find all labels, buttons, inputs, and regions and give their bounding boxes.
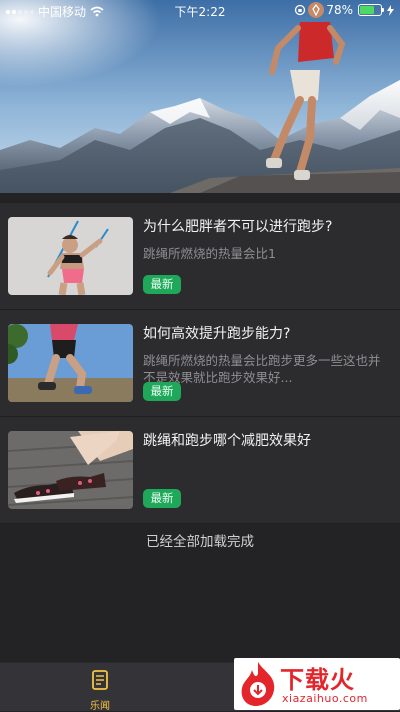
article-title: 为什么肥胖者不可以进行跑步? [143,219,333,235]
article-title: 如何高效提升跑步能力? [143,326,291,342]
runner-mountain-image [0,0,400,193]
article-item[interactable]: 为什么肥胖者不可以进行跑步? 跳绳所燃烧的热量会比1 最新 [0,203,400,310]
watermark-logo: 下载火 xiazaihuo.com [234,658,400,710]
article-item[interactable]: 如何高效提升跑步能力? 跳绳所燃烧的热量会比跑步更多一些这也并不是效果就比跑步效… [0,310,400,417]
battery-icon [358,4,384,16]
article-thumbnail [8,324,133,402]
article-thumbnail [8,431,133,509]
rotation-lock-icon [295,4,306,16]
article-item[interactable]: 跳绳和跑步哪个减肥效果好 最新 [0,417,400,524]
alarm-icon [312,4,321,16]
new-badge: 最新 [143,382,181,401]
battery-percent: 78% [326,3,353,17]
runner-legs-image [8,324,133,402]
news-icon [92,670,108,690]
new-badge: 最新 [143,275,181,294]
article-list: 为什么肥胖者不可以进行跑步? 跳绳所燃烧的热量会比1 最新 如何高效提升跑步能力… [0,203,400,524]
watermark-url: xiazaihuo.com [282,692,368,705]
hero-banner[interactable]: 中国移动 下午2:22 78% [0,0,400,193]
new-badge: 最新 [143,489,181,508]
article-title: 跳绳和跑步哪个减肥效果好 [143,433,311,449]
article-description: 跳绳所燃烧的热量会比跑步更多一些这也并不是效果就比跑步效果好... [143,353,381,385]
charging-icon [387,4,394,16]
fire-logo-icon [241,662,275,706]
tab-news[interactable]: 乐闻 [70,669,130,712]
all-loaded-label: 已经全部加载完成 [146,534,254,550]
status-bar: 中国移动 下午2:22 78% [0,0,400,22]
article-description: 跳绳所燃烧的热量会比1 [143,246,276,261]
sneakers-image [8,431,133,509]
jump-rope-woman-image [8,217,133,295]
watermark-text: 下载火 [280,666,355,694]
article-thumbnail [8,217,133,295]
